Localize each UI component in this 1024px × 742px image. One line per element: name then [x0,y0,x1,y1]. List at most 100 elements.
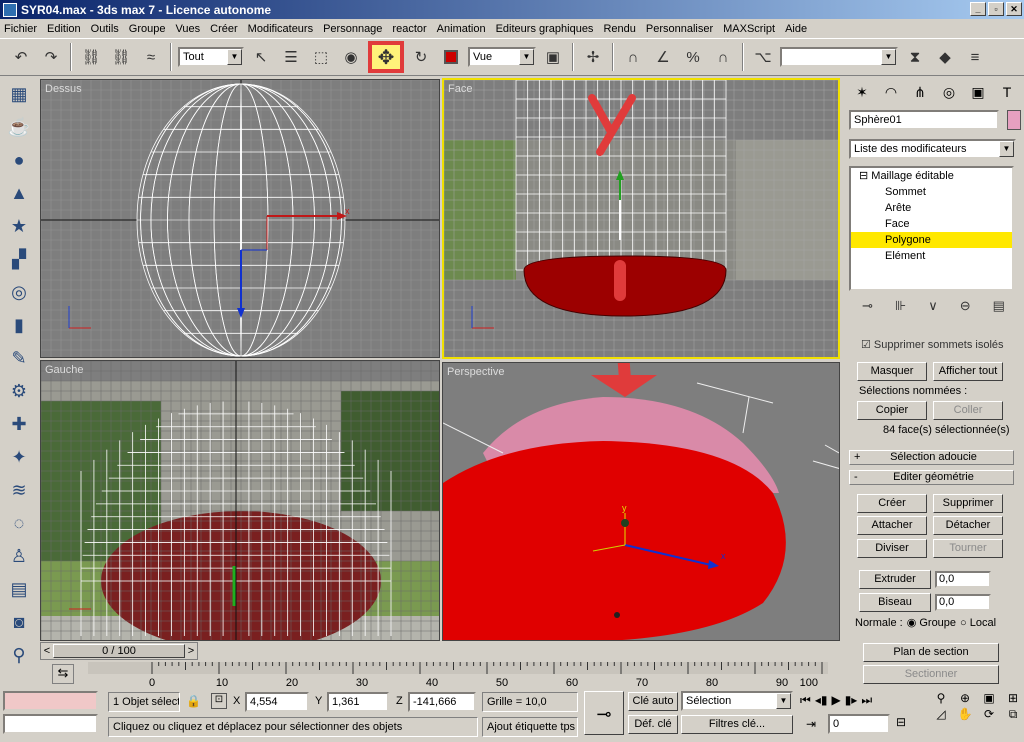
menu-personnaliser[interactable]: Personnaliser [646,23,713,35]
pan-icon[interactable]: ✋ [954,707,976,722]
soft-selection-rollout-header[interactable]: + Sélection adoucie [849,450,1014,465]
make-unique-icon[interactable]: ∨ [928,298,938,314]
selection-filter-dropdown[interactable]: Tout ▼ [178,47,244,67]
pivot-center-icon[interactable]: ▣ [540,44,566,70]
auto-key-button[interactable]: Clé auto [628,692,678,711]
book-icon[interactable]: ▤ [4,574,34,604]
min-max-toggle-icon[interactable]: ⧉ [1002,707,1024,722]
move-tool-icon[interactable]: ✥ [368,41,404,73]
x-coordinate-field[interactable]: 4,554 [245,692,309,712]
wave-icon[interactable]: ≋ [4,475,34,505]
divide-button[interactable]: Diviser [857,539,927,558]
menu-groupe[interactable]: Groupe [129,23,166,35]
set-key-button[interactable]: Déf. clé [628,715,678,734]
detach-button[interactable]: Détacher [933,516,1003,535]
stack-item-element[interactable]: Elément [851,248,1012,264]
slice-plane-button[interactable]: Plan de section [863,643,999,662]
viewport-perspective[interactable]: Perspective y x [442,362,840,641]
spinner-snap-icon[interactable]: ∩ [710,44,736,70]
named-selection-dropdown[interactable]: ▼ [780,47,898,67]
select-manipulate-icon[interactable]: ✢ [580,44,606,70]
scale-icon[interactable] [438,44,464,70]
maxscript-listener-pink[interactable] [3,691,98,711]
arc-rotate-icon[interactable]: ⟳ [978,707,1000,722]
reference-coord-dropdown[interactable]: Vue ▼ [468,47,536,67]
delete-button[interactable]: Supprimer [933,494,1003,513]
create-tab-icon[interactable]: ✶ [849,80,875,104]
bone-icon[interactable]: ✚ [4,409,34,439]
menu-creer[interactable]: Créer [210,23,238,35]
menu-fichier[interactable]: Fichier [4,23,37,35]
close-button[interactable]: ✕ [1006,2,1022,16]
maxscript-listener-white[interactable] [3,714,98,734]
field-of-view-icon[interactable]: ◿ [930,707,952,722]
show-end-result-icon[interactable]: ⊪ [895,298,906,314]
modifier-list-dropdown[interactable]: Liste des modificateurs ▼ [849,139,1016,159]
angle-snap-icon[interactable]: ∠ [650,44,676,70]
particle-icon[interactable]: ✦ [4,442,34,472]
menu-reactor[interactable]: reactor [392,23,426,35]
menu-edition[interactable]: Edition [47,23,81,35]
add-time-tag[interactable]: Ajout étiquette tps [482,717,578,737]
cylinder-icon[interactable]: ▮ [4,310,34,340]
torus-icon[interactable]: ◌ [4,508,34,538]
zoom-icon[interactable]: ⚲ [930,691,952,705]
bind-space-warp-icon[interactable]: ≈ [138,44,164,70]
minimize-button[interactable]: _ [970,2,986,16]
star-icon[interactable]: ★ [4,211,34,241]
go-to-start-icon[interactable]: ⏮ [800,693,811,708]
play-icon[interactable]: ▶ [831,693,840,708]
edit-named-selection-icon[interactable]: ⌥ [750,44,776,70]
snap-3d-icon[interactable]: ∩ [620,44,646,70]
hierarchy-tab-icon[interactable]: ⋔ [907,80,933,104]
window-crossing-icon[interactable]: ◉ [338,44,364,70]
time-ruler[interactable]: 0 10 20 30 40 50 60 70 80 90 100 [88,662,828,688]
display-tab-icon[interactable]: ▣ [965,80,991,104]
select-object-icon[interactable]: ↖ [248,44,274,70]
maximize-button[interactable]: ▫ [988,2,1004,16]
edit-geometry-rollout-header[interactable]: - Editer géométrie [849,470,1014,485]
curve-editor-icon[interactable]: ⇆ [52,664,74,684]
key-icon[interactable]: ⊸ [584,691,624,735]
stack-item-edge[interactable]: Arête [851,200,1012,216]
pin-stack-icon[interactable]: ⊸ [862,298,873,314]
select-link-icon[interactable]: ⛓ [78,44,104,70]
menu-personnage[interactable]: Personnage [323,23,382,35]
gear-icon[interactable]: ⚙ [4,376,34,406]
viewport-left[interactable]: Gauche [40,360,440,641]
cone-icon[interactable]: ▲ [4,178,34,208]
prev-frame-arrow-icon[interactable]: < [41,645,53,657]
menu-modificateurs[interactable]: Modificateurs [248,23,313,35]
configure-sets-icon[interactable]: ▤ [993,298,1005,314]
stack-item-vertex[interactable]: Sommet [851,184,1012,200]
rect-selection-icon[interactable]: ⬚ [308,44,334,70]
time-config-icon[interactable]: ⊟ [896,715,906,729]
normal-group-radio[interactable]: ◉ Groupe [907,616,956,629]
viewport-front[interactable]: Face Y [442,78,840,359]
lock-selection-icon[interactable]: 🔒 [186,694,201,708]
normal-local-radio[interactable]: ○ Local [960,617,996,629]
attach-button[interactable]: Attacher [857,516,927,535]
copy-button[interactable]: Copier [857,401,927,420]
viewport-top[interactable]: Dessus x [40,79,440,358]
menu-editeurs-graphiques[interactable]: Editeurs graphiques [496,23,594,35]
key-filters-button[interactable]: Filtres clé... [681,715,793,734]
utilities-tab-icon[interactable]: T [994,80,1020,104]
hide-button[interactable]: Masquer [857,362,927,381]
modify-tab-icon[interactable]: ◠ [878,80,904,104]
unlink-icon[interactable]: ⛓ [108,44,134,70]
redo-icon[interactable]: ↷ [38,44,64,70]
bevel-button[interactable]: Biseau [859,593,931,612]
object-name-field[interactable]: Sphère01 [849,110,999,130]
teapot-icon[interactable]: ☕ [4,112,34,142]
current-frame-field[interactable]: 0 [828,714,890,734]
go-to-end-icon[interactable]: ⏭ [861,693,872,708]
next-frame-icon[interactable]: ▮▸ [845,693,858,708]
layer-manager-icon[interactable]: ≡ [962,44,988,70]
time-slider[interactable]: < 0 / 100 > [40,642,198,660]
menu-aide[interactable]: Aide [785,23,807,35]
wrench-icon[interactable]: ✎ [4,343,34,373]
delete-isolated-checkbox[interactable]: ☑ Supprimer sommets isolés [849,338,1014,352]
frame-indicator[interactable]: 0 / 100 [53,644,185,658]
object-color-swatch[interactable] [1007,110,1021,130]
